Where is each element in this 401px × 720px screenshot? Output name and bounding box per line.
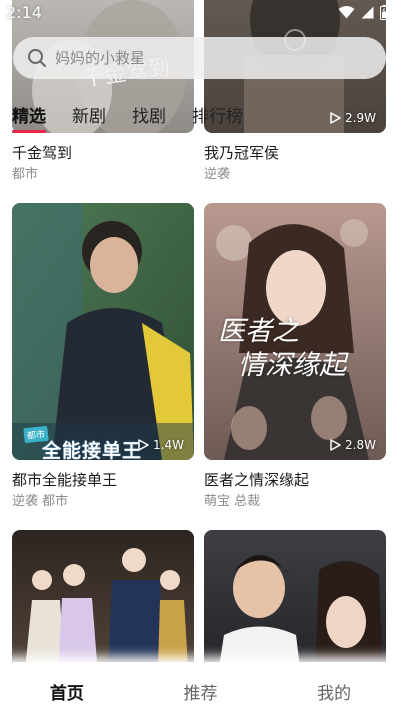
drama-poster[interactable] bbox=[204, 530, 386, 662]
poster-title-line: 情深缘起 bbox=[238, 350, 346, 381]
view-count: 2.8W bbox=[329, 438, 376, 452]
bottom-nav: 首页 推荐 我的 bbox=[0, 662, 401, 720]
search-bar[interactable] bbox=[13, 37, 386, 79]
poster-title-line: 医者之 bbox=[218, 316, 299, 347]
drama-tags: 都市 bbox=[12, 167, 39, 182]
play-icon bbox=[138, 439, 149, 451]
drama-tags: 萌宝 总裁 bbox=[204, 494, 261, 509]
status-icons bbox=[338, 4, 389, 20]
view-count: 1.4W bbox=[137, 438, 184, 452]
view-count-text: 2.8W bbox=[345, 438, 376, 452]
drama-card[interactable] bbox=[12, 530, 194, 662]
poster-title-text: 全能接单王 bbox=[42, 440, 143, 460]
drama-poster[interactable]: 都市 全能接单王 1.4W bbox=[12, 203, 194, 460]
nav-recommend[interactable]: 推荐 bbox=[150, 679, 250, 704]
play-icon bbox=[330, 439, 341, 451]
drama-card[interactable]: 2.9W 我乃冠军侯 逆袭 bbox=[204, 0, 386, 184]
battery-icon bbox=[380, 4, 389, 20]
nav-home[interactable]: 首页 bbox=[17, 679, 117, 704]
nav-profile[interactable]: 我的 bbox=[284, 679, 384, 704]
poster-image bbox=[12, 203, 194, 460]
signal-icon bbox=[361, 6, 374, 18]
drama-poster[interactable]: 医者之 情深缘起 2.8W bbox=[204, 203, 386, 460]
tab-browse[interactable]: 找剧 bbox=[132, 102, 166, 133]
search-input[interactable] bbox=[55, 49, 355, 67]
drama-title: 医者之情深缘起 bbox=[204, 471, 310, 489]
play-icon bbox=[330, 112, 341, 124]
drama-card[interactable]: 都市 全能接单王 1.4W 都市全能接单王 逆袭 都市 bbox=[12, 203, 194, 511]
tab-new[interactable]: 新剧 bbox=[72, 102, 106, 133]
drama-card[interactable]: 千金驾到 千金驾到 都市 bbox=[12, 0, 194, 184]
drama-title: 千金驾到 bbox=[12, 144, 73, 162]
drama-card[interactable]: 医者之 情深缘起 2.8W 医者之情深缘起 萌宝 总裁 bbox=[204, 203, 386, 511]
drama-tags: 逆袭 都市 bbox=[12, 494, 69, 509]
drama-tags: 逆袭 bbox=[204, 167, 231, 182]
poster-image bbox=[12, 530, 194, 662]
drama-poster[interactable] bbox=[12, 530, 194, 662]
status-bar: 2:14 bbox=[0, 0, 401, 24]
drama-title: 都市全能接单王 bbox=[12, 471, 118, 489]
search-icon bbox=[28, 49, 46, 67]
drama-feed[interactable]: 千金驾到 千金驾到 都市 2.9W 我乃冠军侯 逆 bbox=[0, 0, 401, 662]
drama-title: 我乃冠军侯 bbox=[204, 144, 280, 162]
view-count-text: 1.4W bbox=[153, 438, 184, 452]
category-tabs: 精选 新剧 找剧 排行榜 bbox=[12, 102, 243, 133]
drama-card[interactable] bbox=[204, 530, 386, 662]
wifi-icon bbox=[338, 5, 355, 18]
view-count: 2.9W bbox=[329, 111, 376, 125]
tab-featured[interactable]: 精选 bbox=[12, 102, 46, 133]
tab-ranking[interactable]: 排行榜 bbox=[192, 102, 243, 133]
poster-title-text: 医者之 情深缘起 bbox=[218, 315, 346, 383]
poster-image bbox=[204, 530, 386, 662]
status-time: 2:14 bbox=[6, 2, 42, 22]
view-count-text: 2.9W bbox=[345, 111, 376, 125]
